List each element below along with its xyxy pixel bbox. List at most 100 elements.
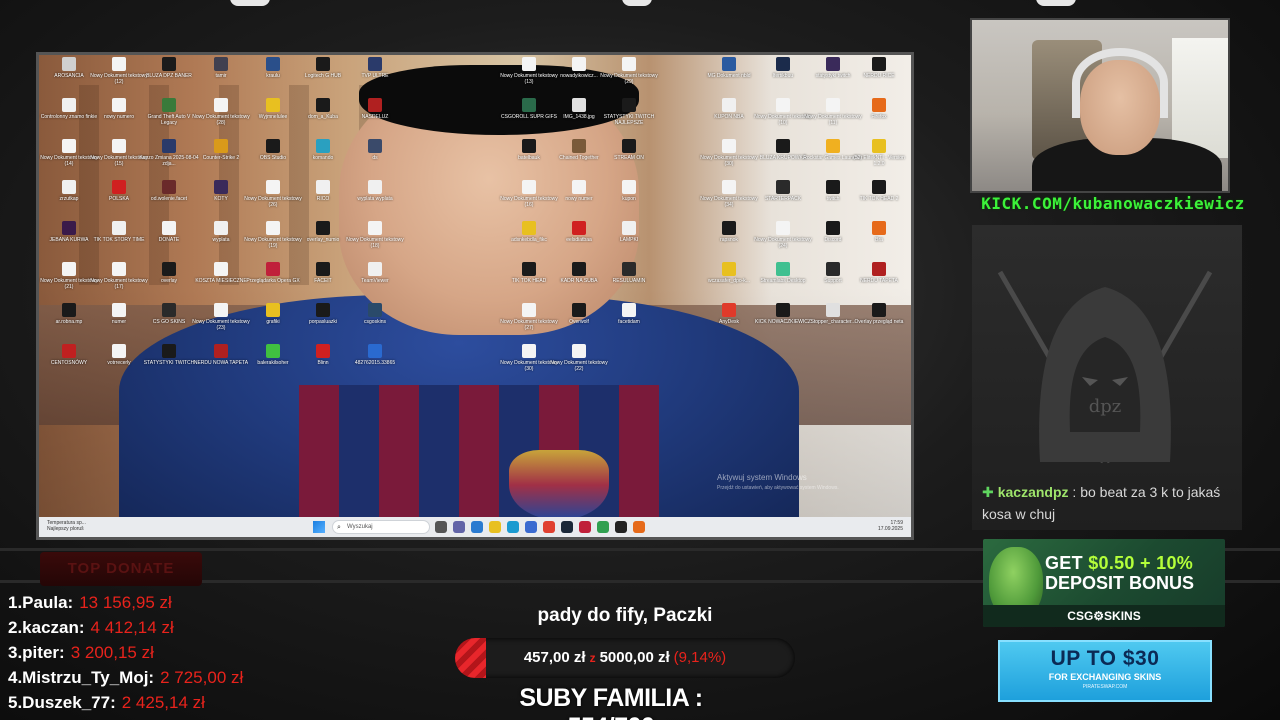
file-icon [112, 344, 126, 358]
desktop-icon[interactable]: KOSZTA MIESIECZNE [191, 262, 251, 284]
desktop-icon[interactable]: (52) ElitekNTI - Version 1.2.0 [849, 139, 909, 167]
file-icon [826, 221, 840, 235]
desktop-icon[interactable]: RESULUAMIN [599, 262, 659, 284]
donor-name: 5.Duszek_77: [8, 693, 116, 712]
chat-username[interactable]: kaczandpz [998, 484, 1069, 500]
edge-icon[interactable] [507, 521, 519, 533]
desktop-icon[interactable]: STATYSTYKI TWITCH [139, 344, 199, 366]
desktop-icon[interactable]: DONATE [139, 221, 199, 243]
obs-icon[interactable] [615, 521, 627, 533]
desktop-icon[interactable]: STATYSTYKI TWITCH NAJLEPSZE [599, 98, 659, 126]
desktop-icon[interactable]: csgoskins [345, 303, 405, 325]
desktop-icon[interactable]: 482762015.33865 [345, 344, 405, 366]
file-icon [826, 139, 840, 153]
donation-goal-title: pady do fify, Paczki [537, 605, 713, 626]
desktop-icon[interactable]: NERDU TAPETA [849, 262, 909, 284]
desktop-icon[interactable]: AnyDesk [699, 303, 759, 325]
desktop-icon[interactable]: KOTY [191, 180, 251, 202]
desktop-icon[interactable]: RICO [293, 180, 353, 202]
desktop-icon[interactable]: Nowy Dokument tekstowy (23) [191, 303, 251, 331]
desktop-icon[interactable]: facetidam [599, 303, 659, 325]
desktop-icon[interactable]: Bra [849, 221, 909, 243]
desktop-icon-label: IMG_1438.jpg [563, 114, 595, 120]
desktop-icon-label: LAMPKI [619, 237, 639, 243]
desktop-icon-label: Blinn [317, 360, 329, 366]
file-explorer-icon[interactable] [489, 521, 501, 533]
donor-row: 5.Duszek_77: 2 425,14 zł [8, 690, 243, 715]
donor-row: 4.Mistrzu_Ty_Moj: 2 725,00 zł [8, 665, 243, 690]
desktop-icon[interactable]: CS GO SKINS [139, 303, 199, 325]
desktop-icon[interactable]: tamir [191, 57, 251, 79]
webcam-window [1172, 38, 1228, 158]
desktop-icon[interactable]: Overlay przegląd neta [849, 303, 909, 325]
desktop-icon[interactable]: STREAM ON [599, 139, 659, 161]
widgets-icon[interactable] [471, 521, 483, 533]
desktop-icon[interactable]: KUPON NBA [699, 98, 759, 120]
desktop-icon[interactable]: overlay [139, 262, 199, 284]
file-icon [522, 57, 536, 71]
desktop-icon[interactable]: rapsnok [699, 221, 759, 243]
desktop-icon[interactable]: Kanzo Zmiana 2025-08-04 zdja... [139, 139, 199, 167]
desktop-icon[interactable]: wyplata [191, 221, 251, 243]
desktop-icon[interactable]: ds [345, 139, 405, 161]
teams-icon[interactable] [453, 521, 465, 533]
desktop-icon-label: RICO [316, 196, 330, 202]
desktop-icon[interactable]: wczasafer_dpo-k... [699, 262, 759, 284]
pirateswap-ad-banner[interactable]: UP TO $30 FOR EXCHANGING SKINS PIRATESWA… [998, 640, 1212, 702]
desktop-icon-label: Nowy Dokument tekstowy (23) [192, 319, 250, 331]
desktop-icon[interactable]: Nowy Dokument tekstowy (34) [699, 180, 759, 208]
chrome-icon[interactable] [543, 521, 555, 533]
desktop-icon[interactable]: Grand Theft Auto V Legacy [139, 98, 199, 126]
desktop-icon[interactable]: overlay_numio [293, 221, 353, 243]
pirate-ad-headline: UP TO $30 [1050, 647, 1160, 670]
desktop-icon[interactable]: kupon [599, 180, 659, 202]
desktop-icon[interactable]: TeamViewer [345, 262, 405, 284]
desktop-icon[interactable]: Firefox [849, 98, 909, 120]
desktop-icon[interactable]: Nowy Dokument tekstowy (18) [345, 221, 405, 249]
desktop-icon[interactable]: wyplata wyplata [345, 180, 405, 202]
desktop-icon[interactable]: BLUZA DPZ BANER [139, 57, 199, 79]
windows-start-icon[interactable] [313, 521, 325, 533]
weather-widget[interactable]: Temperatura sp... Najlepszy ploruš [47, 520, 86, 532]
desktop-icon[interactable]: NERDU NOWA TAPETA [191, 344, 251, 366]
desktop-icon[interactable]: NASDELUZ [345, 98, 405, 120]
desktop-icon[interactable]: TVP ULTRE [345, 57, 405, 79]
desktop-icon[interactable]: LAMPKI [599, 221, 659, 243]
desktop-icon-label: wyplata [212, 237, 230, 243]
file-icon [266, 221, 280, 235]
desktop-icon[interactable]: NERDU RICE [849, 57, 909, 79]
file-icon [266, 180, 280, 194]
desktop-icon[interactable]: Nowy Dokument tekstowy (28) [191, 98, 251, 126]
desktop-icon-label: nowy numer [565, 196, 593, 202]
firefox-icon[interactable] [633, 521, 645, 533]
desktop-icon-label: CS GO SKINS [152, 319, 186, 325]
taskbar-search-input[interactable]: ⌕ Wyszukaj [332, 520, 430, 534]
chrome-profile-icon[interactable] [597, 521, 609, 533]
desktop-icon[interactable]: Nowy Dokument tekstowy (22) [549, 344, 609, 372]
desktop-icon[interactable]: od.wolenie.facet [139, 180, 199, 202]
desktop-icon[interactable]: Logitech G HUB [293, 57, 353, 79]
desktop-icon[interactable]: TIK TOK HEAD 2 [849, 180, 909, 202]
steam-icon[interactable] [561, 521, 573, 533]
windows-taskbar: Temperatura sp... Najlepszy ploruš ⌕ Wys… [39, 517, 911, 537]
desktop-icon[interactable]: Counter-Strike 2 [191, 139, 251, 161]
taskbar-clock[interactable]: 17:59 17.09.2025 [878, 520, 903, 532]
desktop-icon[interactable]: Nowy Dokument tekstowy (30) [699, 139, 759, 167]
desktop-icon[interactable]: porpasluazki [293, 303, 353, 325]
file-icon [214, 98, 228, 112]
file-icon [722, 139, 736, 153]
desktop-icon[interactable]: FACEIT [293, 262, 353, 284]
desktop-icon[interactable]: Blinn [293, 344, 353, 366]
csgoskins-ad-banner[interactable]: GET $0.50 + 10% DEPOSIT BONUS CSG⚙SKINS [983, 539, 1225, 627]
desktop-icon-label: porpasluazki [308, 319, 338, 325]
desktop-icon[interactable]: MG Dokument nbld [699, 57, 759, 79]
top-tab [230, 0, 270, 6]
desktop-icon[interactable]: komando [293, 139, 353, 161]
store-icon[interactable] [525, 521, 537, 533]
dpz-hooded-logo-icon: dpz [997, 270, 1213, 464]
desktop-icon[interactable]: dom_a_Kuba [293, 98, 353, 120]
desktop-icon[interactable]: Nowy Dokument tekstowy (29) [599, 57, 659, 85]
opera-gx-icon[interactable] [579, 521, 591, 533]
desktop-icon-label: twitch [826, 196, 840, 202]
task-view-icon[interactable] [435, 521, 447, 533]
